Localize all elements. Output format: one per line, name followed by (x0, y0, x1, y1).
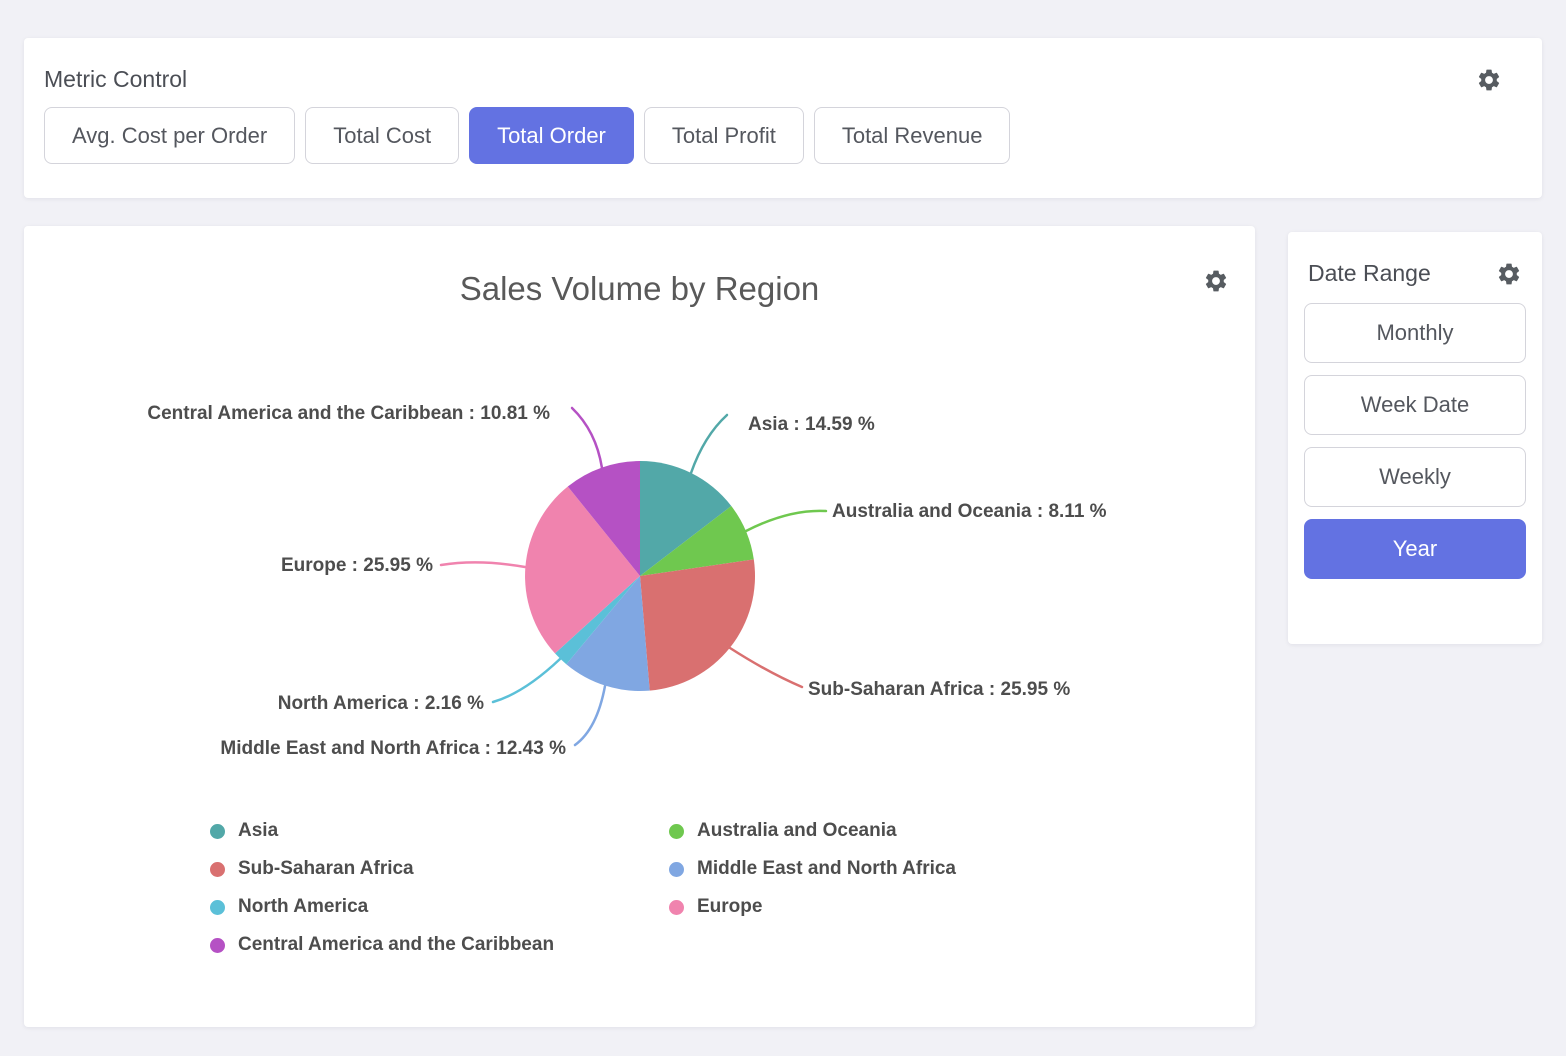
legend-label: Australia and Oceania (697, 820, 897, 842)
pie-label-line-middle-east-and-north-africa (575, 686, 605, 745)
date-range-buttons: Monthly Week Date Weekly Year (1304, 303, 1526, 579)
settings-gear-icon[interactable] (1496, 261, 1522, 287)
legend-color-dot (210, 824, 225, 839)
legend-color-dot (669, 862, 684, 877)
pie-legend-column-1: Asia Sub-Saharan Africa North America Centr… (210, 812, 554, 964)
dashboard-page: Metric Control Avg. Cost per OrderTotal … (0, 0, 1566, 1056)
settings-gear-icon[interactable] (1203, 268, 1229, 294)
sales-volume-chart-panel: Sales Volume by Region Asia : 14.59 % Aus… (24, 226, 1255, 1027)
date-range-button-year[interactable]: Year (1304, 519, 1526, 579)
legend-item-central-america-and-the-caribbean[interactable]: Central America and the Caribbean (210, 926, 554, 964)
pie-label-europe: Europe : 25.95 % (281, 555, 433, 576)
legend-label: Asia (238, 820, 278, 842)
pie-legend-column-2: Australia and Oceania Middle East and Nor… (669, 812, 956, 926)
pie-label-line-sub-saharan-africa (730, 648, 802, 687)
metric-control-title: Metric Control (44, 66, 187, 93)
legend-color-dot (669, 900, 684, 915)
legend-color-dot (210, 862, 225, 877)
legend-item-australia-and-oceania[interactable]: Australia and Oceania (669, 812, 956, 850)
metric-button-total-revenue[interactable]: Total Revenue (814, 107, 1011, 164)
pie-label-central-america-and-the-caribbean: Central America and the Caribbean : 10.8… (147, 403, 550, 424)
date-range-header: Date Range (1304, 232, 1526, 287)
pie-label-line-north-america (493, 659, 560, 702)
pie-slice-sub-saharan-africa[interactable] (640, 559, 755, 690)
legend-color-dot (669, 824, 684, 839)
metric-button-avg-cost-per-order[interactable]: Avg. Cost per Order (44, 107, 295, 164)
legend-label: Central America and the Caribbean (238, 934, 554, 956)
legend-label: North America (238, 896, 368, 918)
date-range-button-weekly[interactable]: Weekly (1304, 447, 1526, 507)
legend-label: Sub-Saharan Africa (238, 858, 414, 880)
legend-item-middle-east-and-north-africa[interactable]: Middle East and North Africa (669, 850, 956, 888)
pie-label-line-australia-and-oceania (746, 511, 826, 531)
legend-item-sub-saharan-africa[interactable]: Sub-Saharan Africa (210, 850, 554, 888)
date-range-button-week-date[interactable]: Week Date (1304, 375, 1526, 435)
pie-label-line-europe (441, 562, 525, 567)
metric-control-panel: Metric Control Avg. Cost per OrderTotal … (24, 38, 1542, 198)
settings-gear-icon[interactable] (1476, 67, 1502, 93)
date-range-title: Date Range (1308, 260, 1431, 287)
pie-label-middle-east-and-north-africa: Middle East and North Africa : 12.43 % (220, 738, 566, 759)
legend-item-asia[interactable]: Asia (210, 812, 554, 850)
legend-label: Europe (697, 896, 762, 918)
chart-title: Sales Volume by Region (24, 270, 1255, 308)
pie-label-australia-and-oceania: Australia and Oceania : 8.11 % (832, 501, 1107, 522)
pie-label-line-asia (691, 415, 727, 473)
legend-color-dot (210, 900, 225, 915)
date-range-panel: Date Range Monthly Week Date Weekly Year (1288, 232, 1542, 644)
metric-button-total-order[interactable]: Total Order (469, 107, 634, 164)
legend-color-dot (210, 938, 225, 953)
legend-item-europe[interactable]: Europe (669, 888, 956, 926)
pie-chart-svg: Asia : 14.59 % Australia and Oceania : 8.… (24, 341, 1255, 801)
date-range-button-monthly[interactable]: Monthly (1304, 303, 1526, 363)
metric-button-row: Avg. Cost per OrderTotal CostTotal Order… (24, 93, 1542, 164)
legend-item-north-america[interactable]: North America (210, 888, 554, 926)
pie-label-asia: Asia : 14.59 % (748, 414, 875, 435)
metric-button-total-cost[interactable]: Total Cost (305, 107, 459, 164)
metric-button-total-profit[interactable]: Total Profit (644, 107, 804, 164)
metric-control-header: Metric Control (24, 38, 1542, 93)
legend-label: Middle East and North Africa (697, 858, 956, 880)
pie-label-sub-saharan-africa: Sub-Saharan Africa : 25.95 % (808, 679, 1070, 700)
pie-label-line-central-america-and-the-caribbean (572, 408, 602, 468)
pie-label-north-america: North America : 2.16 % (278, 693, 484, 714)
